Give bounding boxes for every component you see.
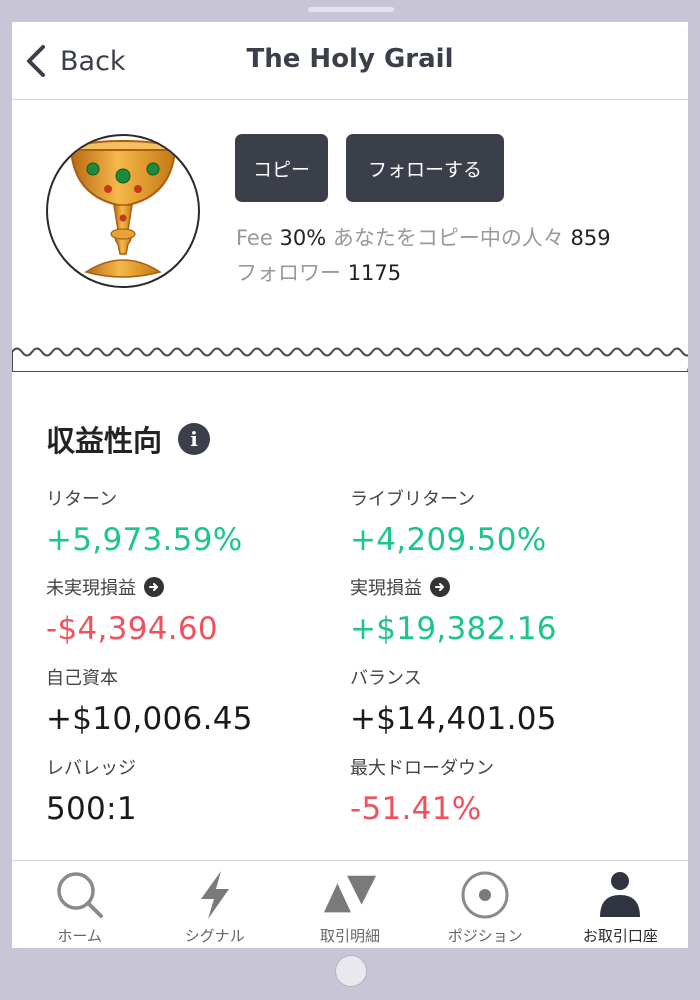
stat-label: 自己資本 xyxy=(46,668,118,689)
stat-leverage: レバレッジ 500:1 xyxy=(46,755,346,827)
wavy-divider xyxy=(12,347,688,372)
account-icon xyxy=(592,867,648,923)
lightning-icon xyxy=(187,867,243,923)
fee-value: 30% xyxy=(279,226,327,250)
stat-label: バランス xyxy=(350,668,422,689)
tab-label: 取引明細 xyxy=(320,927,381,945)
stat-realized-pnl: 実現損益 +$19,382.16 xyxy=(350,575,650,647)
stat-live-return: ライブリターン +4,209.50% xyxy=(350,486,650,558)
avatar xyxy=(46,134,200,288)
tab-signals[interactable]: シグナル xyxy=(147,861,282,948)
tab-account[interactable]: お取引口座 xyxy=(553,861,688,948)
stat-value: +$14,401.05 xyxy=(350,701,557,737)
stat-value: -$4,394.60 xyxy=(46,611,218,647)
position-icon xyxy=(457,867,513,923)
copiers-label: あなたをコピー中の人々 xyxy=(332,226,564,250)
stats-title: 収益性向 xyxy=(46,424,163,458)
tab-trades[interactable]: 取引明細 xyxy=(282,861,417,948)
stats-header: 収益性向 i xyxy=(46,418,211,460)
tab-label: ポジション xyxy=(447,927,523,945)
stat-balance: バランス +$14,401.05 xyxy=(350,665,650,737)
stat-value: +$19,382.16 xyxy=(350,611,557,647)
stat-label: 最大ドローダウン xyxy=(350,758,494,779)
home-button[interactable] xyxy=(335,955,367,987)
tab-label: ホーム xyxy=(57,927,102,945)
stat-return: リターン +5,973.59% xyxy=(46,486,346,558)
tab-label: シグナル xyxy=(184,927,245,945)
stat-label-row: 未実現損益 xyxy=(46,575,346,599)
followers-label: フォロワー xyxy=(236,261,341,285)
stat-value: +5,973.59% xyxy=(46,522,243,558)
stat-value: -51.41% xyxy=(350,791,482,827)
stat-label-row: 実現損益 xyxy=(350,575,650,599)
stat-label: ライブリターン xyxy=(350,489,476,510)
fee-label: Fee xyxy=(236,226,273,250)
stat-label: 実現損益 xyxy=(350,578,422,599)
stat-equity: 自己資本 +$10,006.45 xyxy=(46,665,346,737)
tab-label: お取引口座 xyxy=(582,927,658,945)
stat-value: +4,209.50% xyxy=(350,522,547,558)
profile-header: コピー フォローする Fee 30% あなたをコピー中の人々 859 フォロワー… xyxy=(12,101,688,349)
follow-button[interactable]: フォローする xyxy=(346,134,504,202)
tab-bar: ホーム シグナル 取引明細 ポジション お取引口座 xyxy=(12,860,688,948)
stat-unrealized-pnl: 未実現損益 -$4,394.60 xyxy=(46,575,346,647)
stat-label: リターン xyxy=(46,489,118,510)
stat-value: +$10,006.45 xyxy=(46,701,253,737)
copy-button[interactable]: コピー xyxy=(235,134,328,202)
stats-line-1: Fee 30% あなたをコピー中の人々 859 xyxy=(236,222,611,252)
holy-grail-chalice-icon xyxy=(69,140,177,278)
nav-bar: Back The Holy Grail xyxy=(12,22,688,100)
info-icon[interactable]: i xyxy=(178,423,211,455)
tab-home[interactable]: ホーム xyxy=(12,861,147,948)
arrow-right-circle-icon[interactable] xyxy=(430,577,450,597)
device-speaker xyxy=(308,7,394,12)
arrow-right-circle-icon[interactable] xyxy=(144,577,164,597)
tab-positions[interactable]: ポジション xyxy=(418,861,553,948)
stat-label: 未実現損益 xyxy=(46,578,136,599)
stat-label: レバレッジ xyxy=(46,758,136,779)
trades-icon xyxy=(322,867,378,923)
copiers-value: 859 xyxy=(570,226,611,250)
stat-max-drawdown: 最大ドローダウン -51.41% xyxy=(350,755,650,827)
search-icon xyxy=(52,867,108,923)
stats-line-2: フォロワー 1175 xyxy=(236,257,401,287)
page-title: The Holy Grail xyxy=(246,44,454,74)
app-screen: Back The Holy Grail コピー フォローする Fee 30% あ… xyxy=(12,22,688,948)
followers-value: 1175 xyxy=(347,261,402,285)
stat-value: 500:1 xyxy=(46,791,137,827)
